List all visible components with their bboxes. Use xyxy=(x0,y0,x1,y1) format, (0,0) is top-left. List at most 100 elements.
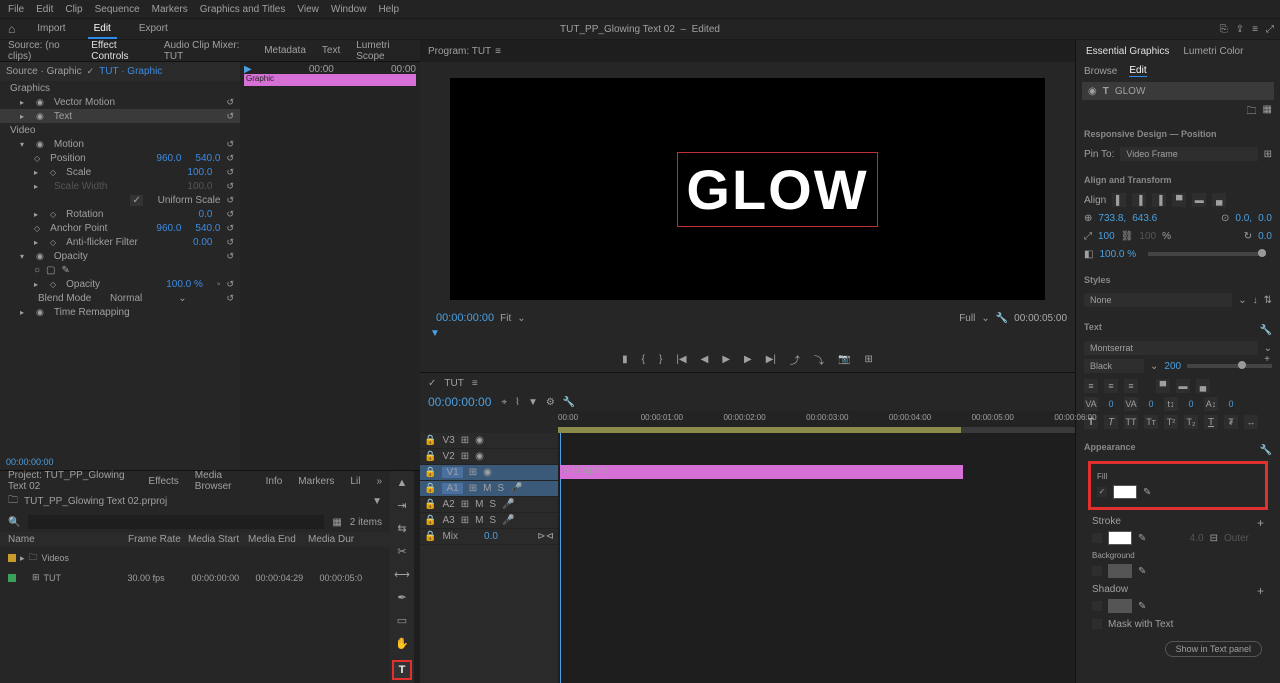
ec-blend-mode[interactable]: Blend ModeNormal⌄↺ xyxy=(0,291,240,305)
mark-out-icon[interactable]: } xyxy=(659,354,662,365)
timeline-timecode[interactable]: 00:00:00:00 xyxy=(428,395,491,409)
extract-icon[interactable]: ⤵ xyxy=(814,352,824,367)
pin-widget-icon[interactable]: ⊞ xyxy=(1264,149,1272,160)
tab-program[interactable]: Program: TUT xyxy=(428,46,491,57)
tab-info[interactable]: Info xyxy=(266,476,283,487)
ec-opacity-val[interactable]: ▸◇Opacity100.0 %◦↺ xyxy=(0,277,240,291)
track-v3[interactable]: 🔒V3⊞◉ xyxy=(420,433,558,449)
project-row-videos[interactable]: ▸🗀Videos xyxy=(0,547,390,569)
tab-essential-graphics[interactable]: Essential Graphics xyxy=(1086,46,1169,57)
eyedropper-icon[interactable]: ✎ xyxy=(1138,566,1146,577)
add-marker-icon[interactable]: ▮ xyxy=(622,354,628,365)
add-button-icon[interactable]: + xyxy=(1264,354,1270,365)
add-stroke-icon[interactable]: + xyxy=(1257,516,1264,530)
tracking-icon[interactable]: VA xyxy=(1084,397,1098,411)
tab-lil[interactable]: Lil xyxy=(350,476,360,487)
menubar[interactable]: File Edit Clip Sequence Markers Graphics… xyxy=(0,0,1280,18)
program-timecode[interactable]: 00:00:00:00 xyxy=(436,312,494,324)
allcaps-icon[interactable]: TT xyxy=(1124,415,1138,429)
shadow-swatch[interactable] xyxy=(1108,599,1132,613)
shadow-checkbox[interactable] xyxy=(1092,601,1102,611)
graphic-clip[interactable]: fx Graphic xyxy=(560,465,963,479)
faux-italic-icon[interactable]: T xyxy=(1104,415,1118,429)
ec-position[interactable]: ◇Position960.0540.0↺ xyxy=(0,151,240,165)
tab-project[interactable]: Project: TUT_PP_Glowing Text 02 xyxy=(8,470,132,492)
align-center-text-icon[interactable]: ≡ xyxy=(1104,379,1118,393)
search-icon[interactable]: 🔍 xyxy=(8,517,20,528)
anc-y[interactable]: 0.0 xyxy=(1258,213,1272,224)
ec-vector-motion[interactable]: ▸◉Vector Motion↺ xyxy=(0,95,240,109)
new-layer-icon[interactable]: 🗀 xyxy=(1247,104,1257,121)
show-in-text-button[interactable]: Show in Text panel xyxy=(1165,641,1262,657)
workspace-export[interactable]: Export xyxy=(133,20,174,39)
underline-icon[interactable]: T xyxy=(1204,415,1218,429)
align-right-icon[interactable]: ▐ xyxy=(1152,193,1166,207)
play-icon[interactable]: ▶ xyxy=(722,354,730,365)
ec-motion[interactable]: ▾◉Motion↺ xyxy=(0,137,240,151)
baseline-icon[interactable]: A↕ xyxy=(1204,397,1218,411)
export-frame-icon[interactable]: 📷 xyxy=(838,354,850,365)
fit-dropdown[interactable]: Fit xyxy=(500,313,511,324)
type-tool[interactable]: T xyxy=(392,660,412,680)
track-mix[interactable]: 🔒Mix0.0⊳⊲ xyxy=(420,529,558,545)
bin-icon[interactable]: 🗀 xyxy=(8,493,18,510)
track-select-tool[interactable]: ⇥ xyxy=(394,499,410,512)
playhead-icon[interactable]: ▼ xyxy=(430,328,440,339)
align-bottom-icon[interactable]: ▄ xyxy=(1212,193,1226,207)
leading-icon[interactable]: t↕ xyxy=(1164,397,1178,411)
workspace-import[interactable]: Import xyxy=(31,20,71,39)
quick-export-icon[interactable]: ⎘ xyxy=(1220,24,1228,35)
save-style-icon[interactable]: ↓ xyxy=(1253,295,1258,306)
anc-x[interactable]: 0.0, xyxy=(1235,213,1252,224)
ec-timeline[interactable]: ▶00:0000:00 Graphic xyxy=(240,62,420,470)
align-top-icon[interactable]: ▀ xyxy=(1172,193,1186,207)
ec-opacity[interactable]: ▾◉Opacity↺ xyxy=(0,249,240,263)
add-shadow-icon[interactable]: + xyxy=(1257,584,1264,598)
styles-dropdown[interactable]: None xyxy=(1084,293,1232,307)
eg-edit[interactable]: Edit xyxy=(1129,65,1146,77)
timeline-clips[interactable]: fx Graphic xyxy=(558,433,1075,683)
tab-audio-mixer[interactable]: Audio Clip Mixer: TUT xyxy=(164,40,248,62)
align-left-text-icon[interactable]: ≡ xyxy=(1084,379,1098,393)
ec-timecode[interactable]: 00:00:00:00 xyxy=(6,457,54,467)
workspace-edit[interactable]: Edit xyxy=(88,20,117,39)
bg-checkbox[interactable] xyxy=(1092,566,1102,576)
ec-rotation[interactable]: ▸◇Rotation0.0↺ xyxy=(0,207,240,221)
reset-icon[interactable]: ↺ xyxy=(226,139,234,150)
stroke-swatch[interactable] xyxy=(1108,531,1132,545)
timeline-name[interactable]: TUT xyxy=(444,378,463,389)
share-icon[interactable]: ⇪ xyxy=(1236,24,1244,35)
ec-time-remap[interactable]: ▸◉Time Remapping xyxy=(0,305,240,319)
align-bot-text-icon[interactable]: ▄ xyxy=(1196,379,1210,393)
tab-markers[interactable]: Markers xyxy=(298,476,334,487)
fill-swatch[interactable] xyxy=(1113,485,1137,499)
bg-swatch[interactable] xyxy=(1108,564,1132,578)
project-row-tut[interactable]: ⊞ TUT 30.00 fps 00:00:00:00 00:00:04:29 … xyxy=(0,569,390,586)
fill-checkbox[interactable]: ✓ xyxy=(1097,487,1107,497)
step-forward-icon[interactable]: ▶ xyxy=(744,354,752,365)
kerning-icon[interactable]: VA xyxy=(1124,397,1138,411)
menu-clip[interactable]: Clip xyxy=(65,4,82,15)
pos-y[interactable]: 643.6 xyxy=(1132,213,1157,224)
wrench-icon[interactable]: 🔧 xyxy=(1260,445,1272,456)
stroke-type-icon[interactable]: ⊟ xyxy=(1210,533,1218,544)
go-to-out-icon[interactable]: ▶| xyxy=(766,354,776,365)
go-to-in-icon[interactable]: |◀ xyxy=(676,354,686,365)
rotation-val[interactable]: 0.0 xyxy=(1258,231,1272,242)
track-v1[interactable]: 🔒V1⊞◉ xyxy=(420,465,558,481)
font-dropdown[interactable]: Montserrat xyxy=(1084,341,1258,355)
font-size[interactable]: 200 xyxy=(1164,361,1181,372)
rtl-icon[interactable]: ↔ xyxy=(1244,415,1258,429)
pen-tool[interactable]: ✒ xyxy=(394,591,410,604)
ec-flicker[interactable]: ▸◇Anti-flicker Filter0.00↺ xyxy=(0,235,240,249)
sync-style-icon[interactable]: ⇅ xyxy=(1264,295,1272,306)
reset-icon[interactable]: ↺ xyxy=(226,97,234,108)
timeline-ruler[interactable]: 00:00 00:00:01:00 00:00:02:00 00:00:03:0… xyxy=(558,411,1075,427)
eyedropper-icon[interactable]: ✎ xyxy=(1138,533,1146,544)
smallcaps-icon[interactable]: Tᴛ xyxy=(1144,415,1158,429)
selection-tool[interactable]: ▲ xyxy=(394,477,410,489)
slip-tool[interactable]: ⟷ xyxy=(394,568,410,581)
pos-x[interactable]: 733.8, xyxy=(1098,213,1126,224)
ec-uniform-scale[interactable]: ✓ Uniform Scale↺ xyxy=(0,193,240,207)
menu-view[interactable]: View xyxy=(297,4,319,15)
